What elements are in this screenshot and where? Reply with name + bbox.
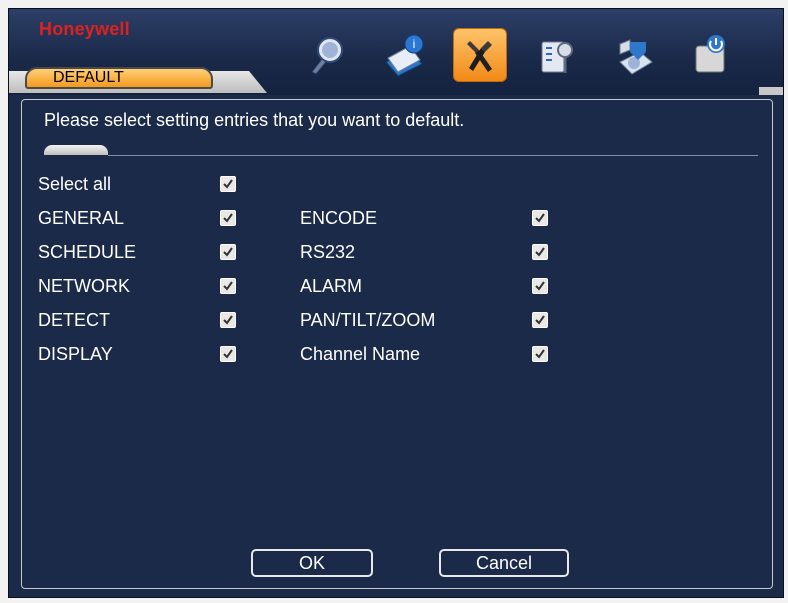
brand-logo: Honeywell <box>39 19 130 39</box>
setting-label-alarm: ALARM <box>300 276 363 296</box>
setting-label-detect: DETECT <box>38 310 110 330</box>
check-icon <box>223 281 233 291</box>
subtab-indicator <box>44 145 108 155</box>
tools-icon[interactable] <box>453 28 507 82</box>
setting-label-general: GENERAL <box>38 208 125 228</box>
checkbox-network[interactable] <box>220 278 236 294</box>
setting-label-schedule: SCHEDULE <box>38 242 137 262</box>
setting-label-encode: ENCODE <box>300 208 378 228</box>
default-settings-window: Honeywell i DEFAULT Please select settin… <box>8 8 784 598</box>
check-icon <box>223 349 233 359</box>
checkbox-pan-tilt-zoom[interactable] <box>532 312 548 328</box>
checkbox-encode[interactable] <box>532 210 548 226</box>
checkbox-rs232[interactable] <box>532 244 548 260</box>
main-toolbar: i <box>301 27 771 83</box>
info-book-icon[interactable]: i <box>377 29 429 81</box>
check-icon <box>223 213 233 223</box>
check-icon <box>223 179 233 189</box>
setting-label-display: DISPLAY <box>38 344 113 364</box>
checkbox-alarm[interactable] <box>532 278 548 294</box>
tab-ledge-right <box>759 87 783 95</box>
checkbox-schedule[interactable] <box>220 244 236 260</box>
svg-text:i: i <box>413 37 416 51</box>
setting-label-network: NETWORK <box>38 276 130 296</box>
backup-icon[interactable] <box>607 29 659 81</box>
setting-label-pan-tilt-zoom: PAN/TILT/ZOOM <box>300 310 436 330</box>
top-bar: Honeywell i DEFAULT <box>9 9 783 95</box>
setting-label-channel-name: Channel Name <box>300 344 421 364</box>
checkbox-channel-name[interactable] <box>532 346 548 362</box>
checkbox-display[interactable] <box>220 346 236 362</box>
tab-default[interactable]: DEFAULT <box>25 67 213 89</box>
search-icon[interactable] <box>301 29 353 81</box>
divider <box>108 155 758 156</box>
ok-button[interactable]: OK <box>251 549 373 577</box>
user-account-icon[interactable] <box>531 29 583 81</box>
shutdown-icon[interactable] <box>683 29 735 81</box>
checkbox-detect[interactable] <box>220 312 236 328</box>
check-icon <box>535 213 545 223</box>
check-icon <box>535 281 545 291</box>
select-all-label: Select all <box>38 174 112 194</box>
select-all-checkbox[interactable] <box>220 176 236 192</box>
cancel-button[interactable]: Cancel <box>439 549 569 577</box>
check-icon <box>223 315 233 325</box>
content-panel: Please select setting entries that you w… <box>21 99 773 589</box>
setting-label-rs232: RS232 <box>300 242 356 262</box>
instruction-text: Please select setting entries that you w… <box>44 110 465 130</box>
check-icon <box>535 247 545 257</box>
check-icon <box>535 349 545 359</box>
checkbox-general[interactable] <box>220 210 236 226</box>
check-icon <box>223 247 233 257</box>
check-icon <box>535 315 545 325</box>
